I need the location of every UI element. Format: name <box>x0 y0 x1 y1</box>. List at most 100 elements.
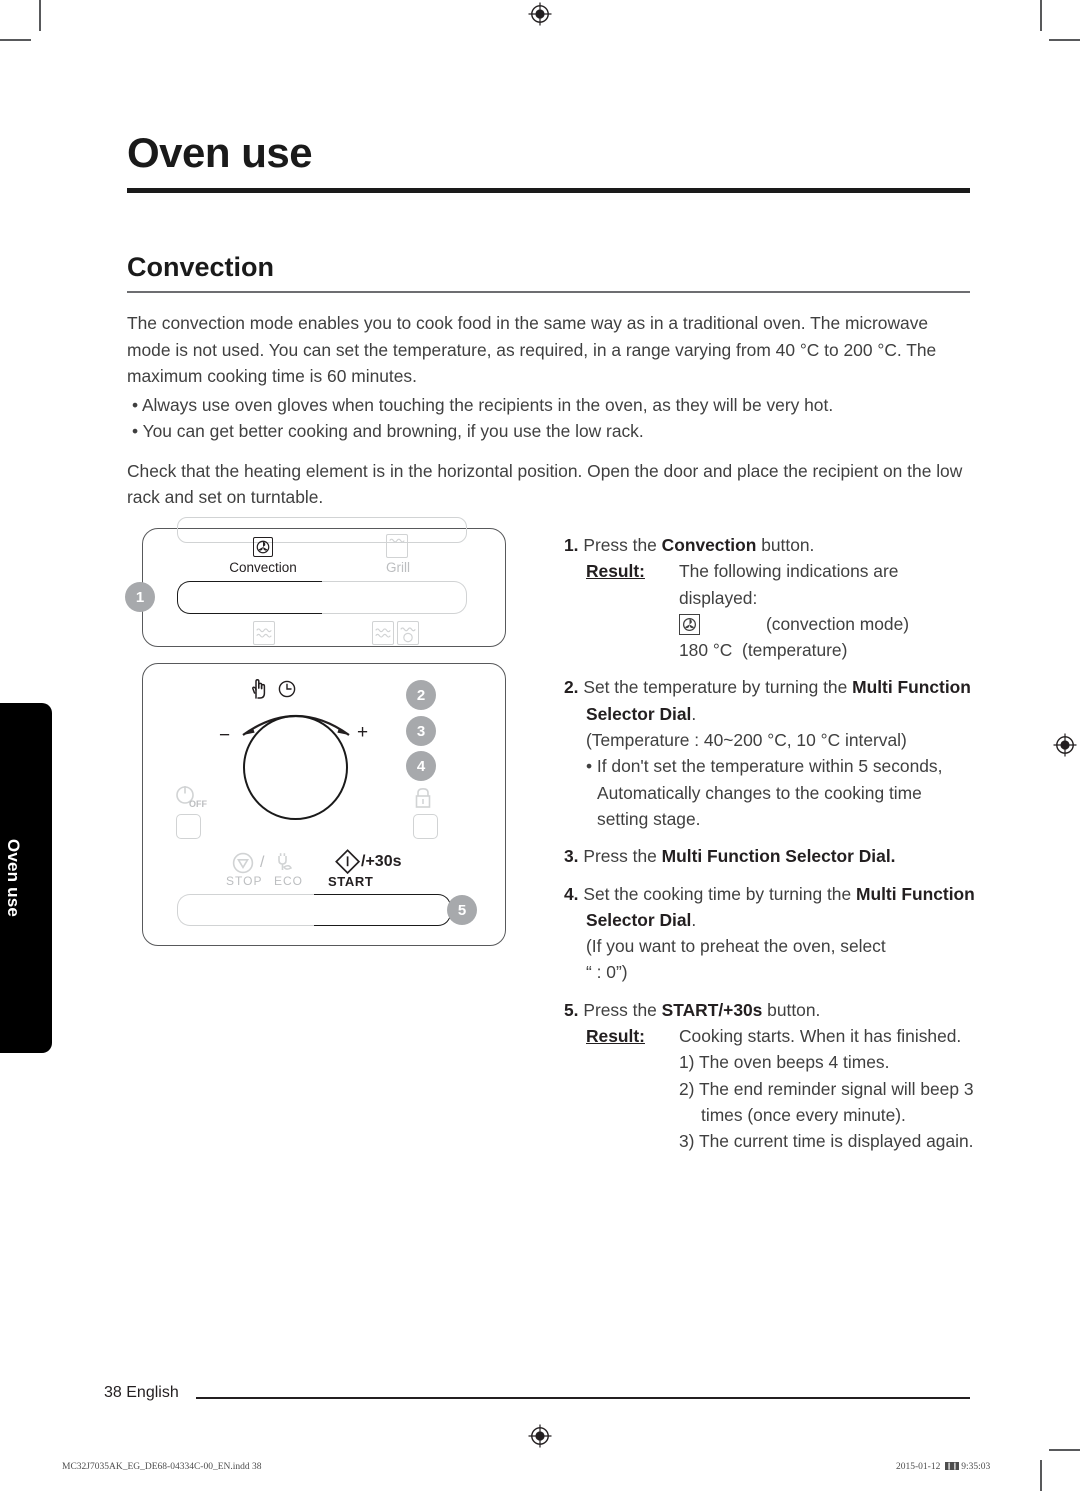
imprint-timestamp: 2015-01-12 ❙❙ 9:35:03 <box>896 1462 990 1472</box>
step-1-heading: 1. Press the Convection button. <box>564 532 976 558</box>
crop-mark-bottom-right-vertical <box>1040 1460 1042 1491</box>
instruction-steps: 1. Press the Convection button. Result: … <box>564 532 976 1166</box>
imprint-filename: MC32J7035AK_EG_DE68-04334C-00_EN.indd 38 <box>62 1462 262 1472</box>
section-title-divider <box>127 291 970 293</box>
step-1-text-post: button. <box>756 535 815 555</box>
intro-paragraph-2: Check that the heating element is in the… <box>127 460 963 508</box>
chapter-title-divider <box>127 188 970 193</box>
intro-paragraph-1: The convection mode enables you to cook … <box>127 313 937 386</box>
step-4-text-post: . <box>691 909 697 930</box>
microwave-icon-right <box>372 621 394 645</box>
step-2: 2. Set the temperature by turning the Mu… <box>564 674 976 832</box>
callout-badge-4: 4 <box>406 751 436 781</box>
clock-icon <box>278 680 296 698</box>
step-1-mode-caption: (convection mode) <box>766 613 910 634</box>
panel-label-slash-1: / <box>260 854 265 871</box>
step-5-result-label: Result: <box>586 1026 645 1047</box>
imprint-date-value: 2015-01-12 <box>896 1462 941 1472</box>
intro-text: The convection mode enables you to cook … <box>127 310 972 511</box>
child-lock-button[interactable] <box>413 814 438 839</box>
step-5-text-post: button. <box>762 999 821 1020</box>
crop-mark-top-right-horizontal <box>1049 39 1080 41</box>
child-lock-icon <box>415 787 431 808</box>
panel-label-grill: Grill <box>386 560 410 575</box>
step-2-bullet: • If don't set the temperature within 5 … <box>586 756 943 829</box>
power-off-button[interactable] <box>176 814 201 839</box>
convection-mode-icon <box>253 537 273 557</box>
eco-icon <box>278 853 293 870</box>
grill-icon <box>386 534 408 558</box>
step-5: 5. Press the START/+30s button. Result: … <box>564 997 976 1155</box>
manual-page: Oven use Oven use Convection The convect… <box>0 0 1080 1491</box>
convection-mode-icon <box>679 613 700 635</box>
step-5-result-item-3: 3) The current time is displayed again. <box>679 1131 974 1152</box>
callout-badge-1: 1 <box>125 582 155 612</box>
callout-badge-2: 2 <box>406 680 436 710</box>
step-4-note-line-2: “ : 0”) <box>586 962 628 983</box>
intro-bullet-list: • Always use oven gloves when touching t… <box>127 392 972 445</box>
step-1-number: 1. <box>564 535 579 555</box>
step-1-result: Result: The following indications are di… <box>564 558 976 611</box>
step-1-temp-caption: (temperature) <box>742 640 848 661</box>
panel-label-stop: STOP <box>226 874 263 888</box>
microwave-icon-left <box>253 621 275 645</box>
step-5-result-text: Cooking starts. When it has finished. <box>679 1026 962 1047</box>
step-1-mode-indicator: (convection mode) <box>679 611 976 637</box>
step-1-result-text: The following indications are displayed: <box>679 561 899 608</box>
step-4-heading: 4. Set the cooking time by turning the M… <box>564 881 976 934</box>
convection-button[interactable] <box>177 581 322 614</box>
start-icon <box>335 849 361 875</box>
imprint-time-value: 9:35:03 <box>961 1462 991 1472</box>
step-3-text-pre: Press the <box>583 846 662 867</box>
crop-mark-bottom-right-horizontal <box>1049 1449 1080 1451</box>
step-3-heading: 3. Press the Multi Function Selector Dia… <box>564 843 976 869</box>
panel-label-convection: Convection <box>229 560 297 575</box>
step-1-temp-spacer <box>586 637 679 663</box>
display-strip <box>177 517 467 543</box>
stop-icon <box>232 852 254 874</box>
control-panel-diagram-convection: Convection Grill 1 <box>125 517 506 647</box>
start-button[interactable] <box>314 894 451 926</box>
panel-label-off: OFF <box>189 799 207 809</box>
callout-badge-5: 5 <box>447 895 477 925</box>
intro-bullet-2: • You can get better cooking and brownin… <box>132 421 644 441</box>
step-1-mode-spacer <box>586 611 679 637</box>
step-1: 1. Press the Convection button. Result: … <box>564 532 976 663</box>
step-1-mode-row: (convection mode) <box>564 611 976 637</box>
step-4-note-line-1: (If you want to preheat the oven, select <box>586 936 886 957</box>
step-5-number: 5. <box>564 999 579 1020</box>
step-2-note: (Temperature : 40~200 °C, 10 °C interval… <box>586 730 907 751</box>
step-4-text-pre: Set the cooking time by turning the <box>583 883 856 904</box>
panel-label-start-plus30s: /+30s <box>361 853 402 870</box>
step-1-temp-line: 180 °C (temperature) <box>679 637 976 663</box>
stop-eco-button[interactable] <box>177 894 314 926</box>
step-4-number: 4. <box>564 883 579 904</box>
multi-function-selector-dial[interactable] <box>243 715 348 820</box>
dial-plus-label: + <box>357 722 369 743</box>
crop-mark-top-right-vertical <box>1040 0 1042 31</box>
registration-mark-right <box>1053 733 1077 757</box>
intro-bullet-1: • Always use oven gloves when touching t… <box>132 394 834 415</box>
step-1-text-pre: Press the <box>583 535 662 555</box>
page-folio: 38 English <box>104 1384 179 1401</box>
step-1-text-bold: Convection <box>661 535 757 555</box>
step-3: 3. Press the Multi Function Selector Dia… <box>564 843 976 869</box>
step-2-text-post: . <box>691 703 697 724</box>
registration-mark-bottom <box>528 1424 552 1448</box>
crop-mark-top-left-vertical <box>39 0 41 31</box>
panel-label-eco: ECO <box>274 874 304 888</box>
folio-divider <box>196 1397 970 1399</box>
step-3-number: 3. <box>564 846 579 867</box>
press-hand-icon <box>252 679 266 699</box>
registration-mark-top <box>528 2 552 26</box>
step-2-text-pre: Set the temperature by turning the <box>583 677 853 698</box>
step-5-result-item-2: 2) The end reminder signal will beep 3 t… <box>679 1078 974 1125</box>
imprint-locale-glyph: ❙❙ <box>945 1462 959 1470</box>
step-2-heading: 2. Set the temperature by turning the Mu… <box>564 674 976 727</box>
callout-badge-3: 3 <box>406 716 436 746</box>
step-1-result-label: Result: <box>586 561 645 582</box>
section-title: Convection <box>127 252 275 282</box>
grill-button[interactable] <box>322 581 467 614</box>
step-4: 4. Set the cooking time by turning the M… <box>564 881 976 986</box>
microwave-combi-icon <box>397 621 419 645</box>
